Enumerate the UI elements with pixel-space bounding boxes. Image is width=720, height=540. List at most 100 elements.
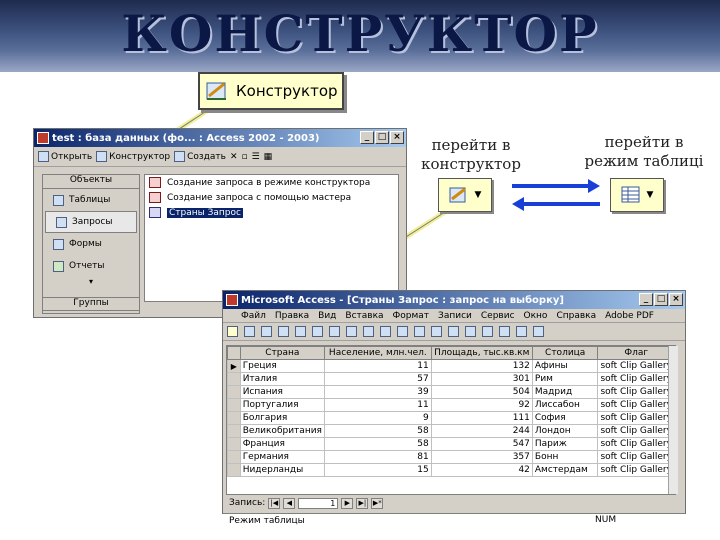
menu-item-insert[interactable]: Вставка	[345, 311, 383, 321]
cell-capital[interactable]: Рим	[531, 372, 599, 386]
copy-icon[interactable]	[346, 326, 357, 337]
menu-item-records[interactable]: Записи	[438, 311, 472, 321]
cell-flag[interactable]: soft Clip Gallery	[597, 463, 675, 477]
menu-item-view[interactable]: Вид	[318, 311, 336, 321]
last-record-icon[interactable]: ▶|	[356, 497, 369, 509]
cell-area[interactable]: 92	[430, 398, 533, 412]
cell-flag[interactable]: soft Clip Gallery	[597, 398, 675, 412]
cell-country[interactable]: Италия	[239, 372, 325, 386]
cell-area[interactable]: 132	[430, 359, 533, 373]
cell-flag[interactable]: soft Clip Gallery	[597, 372, 675, 386]
nav-item-queries[interactable]: Запросы	[45, 211, 137, 233]
cell-capital[interactable]: Бонн	[531, 450, 599, 464]
cell-population[interactable]: 81	[323, 450, 432, 464]
menu-item-adobe-pdf[interactable]: Adobe PDF	[605, 311, 654, 321]
current-record-marker-icon[interactable]: ▶	[227, 359, 241, 373]
cell-population[interactable]: 57	[323, 372, 432, 386]
vertical-scrollbar[interactable]	[668, 346, 678, 494]
table-row[interactable]: Франция 58 547 Париж soft Clip Gallery	[227, 437, 675, 451]
dropdown-arrow-icon[interactable]: ▼	[475, 190, 482, 200]
cell-flag[interactable]: soft Clip Gallery	[597, 411, 675, 425]
cell-country[interactable]: Великобритания	[239, 424, 325, 438]
save-icon[interactable]	[244, 326, 255, 337]
menu-item-tools[interactable]: Сервис	[481, 311, 515, 321]
cell-population[interactable]: 39	[323, 385, 432, 399]
menu-item-format[interactable]: Формат	[393, 311, 430, 321]
cell-capital[interactable]: София	[531, 411, 599, 425]
cell-population[interactable]: 9	[323, 411, 432, 425]
minimize-button[interactable]: _	[639, 293, 653, 306]
column-header-population[interactable]: Население, млн.чел.	[323, 346, 432, 360]
list-view-icon[interactable]: ☰	[252, 152, 260, 162]
new-record-icon[interactable]	[465, 326, 476, 337]
column-header-flag[interactable]: Флаг	[597, 346, 675, 360]
undo-icon[interactable]	[380, 326, 391, 337]
cell-flag[interactable]: soft Clip Gallery	[597, 424, 675, 438]
help-icon[interactable]	[533, 326, 544, 337]
print-preview-icon[interactable]	[295, 326, 306, 337]
cut-icon[interactable]	[329, 326, 340, 337]
column-header-area[interactable]: Площадь, тыс.кв.км	[430, 346, 533, 360]
database-window-titlebar[interactable]: test : база данных (фо... : Access 2002 …	[34, 129, 406, 147]
record-number-field[interactable]: 1	[298, 497, 339, 509]
cell-population[interactable]: 11	[323, 359, 432, 373]
cell-area[interactable]: 357	[430, 450, 533, 464]
design-button[interactable]: Конструктор	[96, 151, 170, 162]
row-selector[interactable]	[227, 385, 241, 399]
maximize-button[interactable]: □	[375, 131, 389, 144]
nav-item-tables[interactable]: Таблицы	[43, 189, 139, 211]
objects-header[interactable]: Объекты	[43, 175, 139, 189]
minimize-button[interactable]: _	[360, 131, 374, 144]
cell-country[interactable]: Греция	[239, 359, 325, 373]
large-icons-icon[interactable]: ▫	[241, 152, 247, 162]
cell-country[interactable]: Португалия	[239, 398, 325, 412]
paste-icon[interactable]	[363, 326, 374, 337]
cell-area[interactable]: 111	[430, 411, 533, 425]
open-button[interactable]: Открыть	[38, 151, 92, 162]
details-view-icon[interactable]: ▦	[264, 152, 273, 162]
spelling-icon[interactable]	[312, 326, 323, 337]
column-header-capital[interactable]: Столица	[531, 346, 599, 360]
cell-capital[interactable]: Париж	[531, 437, 599, 451]
cell-area[interactable]: 244	[430, 424, 533, 438]
cell-flag[interactable]: soft Clip Gallery	[597, 385, 675, 399]
menu-item-window[interactable]: Окно	[524, 311, 548, 321]
nav-item-forms[interactable]: Формы	[43, 233, 139, 255]
cell-population[interactable]: 15	[323, 463, 432, 477]
row-selector[interactable]	[227, 424, 241, 438]
table-row[interactable]: Великобритания 58 244 Лондон soft Clip Galle…	[227, 424, 675, 438]
cell-capital[interactable]: Лиссабон	[531, 398, 599, 412]
list-item[interactable]: Создание запроса в режиме конструктора	[145, 175, 398, 190]
find-icon[interactable]	[448, 326, 459, 337]
table-row[interactable]: ▶ Греция 11 132 Афины soft Clip Gallery	[227, 359, 675, 373]
list-item[interactable]: Страны Запрос	[145, 205, 398, 220]
cell-country[interactable]: Болгария	[239, 411, 325, 425]
maximize-button[interactable]: □	[654, 293, 668, 306]
next-record-icon[interactable]: ▶	[341, 497, 354, 509]
design-view-icon[interactable]	[227, 326, 238, 337]
dropdown-arrow-icon[interactable]: ▼	[647, 190, 654, 200]
more-items-chevron-icon[interactable]: ▾	[43, 277, 139, 287]
nav-item-reports[interactable]: Отчеты	[43, 255, 139, 277]
cell-area[interactable]: 42	[430, 463, 533, 477]
cell-country[interactable]: Испания	[239, 385, 325, 399]
design-view-icon-button[interactable]: ▼	[438, 178, 492, 212]
filter-icon[interactable]	[431, 326, 442, 337]
row-selector[interactable]	[227, 372, 241, 386]
cell-area[interactable]: 301	[430, 372, 533, 386]
create-button[interactable]: Создать	[174, 151, 226, 162]
delete-icon[interactable]: ✕	[230, 152, 238, 162]
cell-capital[interactable]: Мадрид	[531, 385, 599, 399]
row-selector[interactable]	[227, 463, 241, 477]
new-object-icon[interactable]	[516, 326, 527, 337]
delete-record-icon[interactable]	[482, 326, 493, 337]
previous-record-icon[interactable]: ◀	[283, 497, 296, 509]
menu-item-file[interactable]: Файл	[241, 311, 266, 321]
close-button[interactable]: ×	[390, 131, 404, 144]
cell-country[interactable]: Германия	[239, 450, 325, 464]
row-selector[interactable]	[227, 411, 241, 425]
new-record-nav-icon[interactable]: ▶*	[371, 497, 384, 509]
cell-population[interactable]: 58	[323, 437, 432, 451]
print-icon[interactable]	[278, 326, 289, 337]
datasheet-view-icon-button[interactable]: ▼	[610, 178, 664, 212]
